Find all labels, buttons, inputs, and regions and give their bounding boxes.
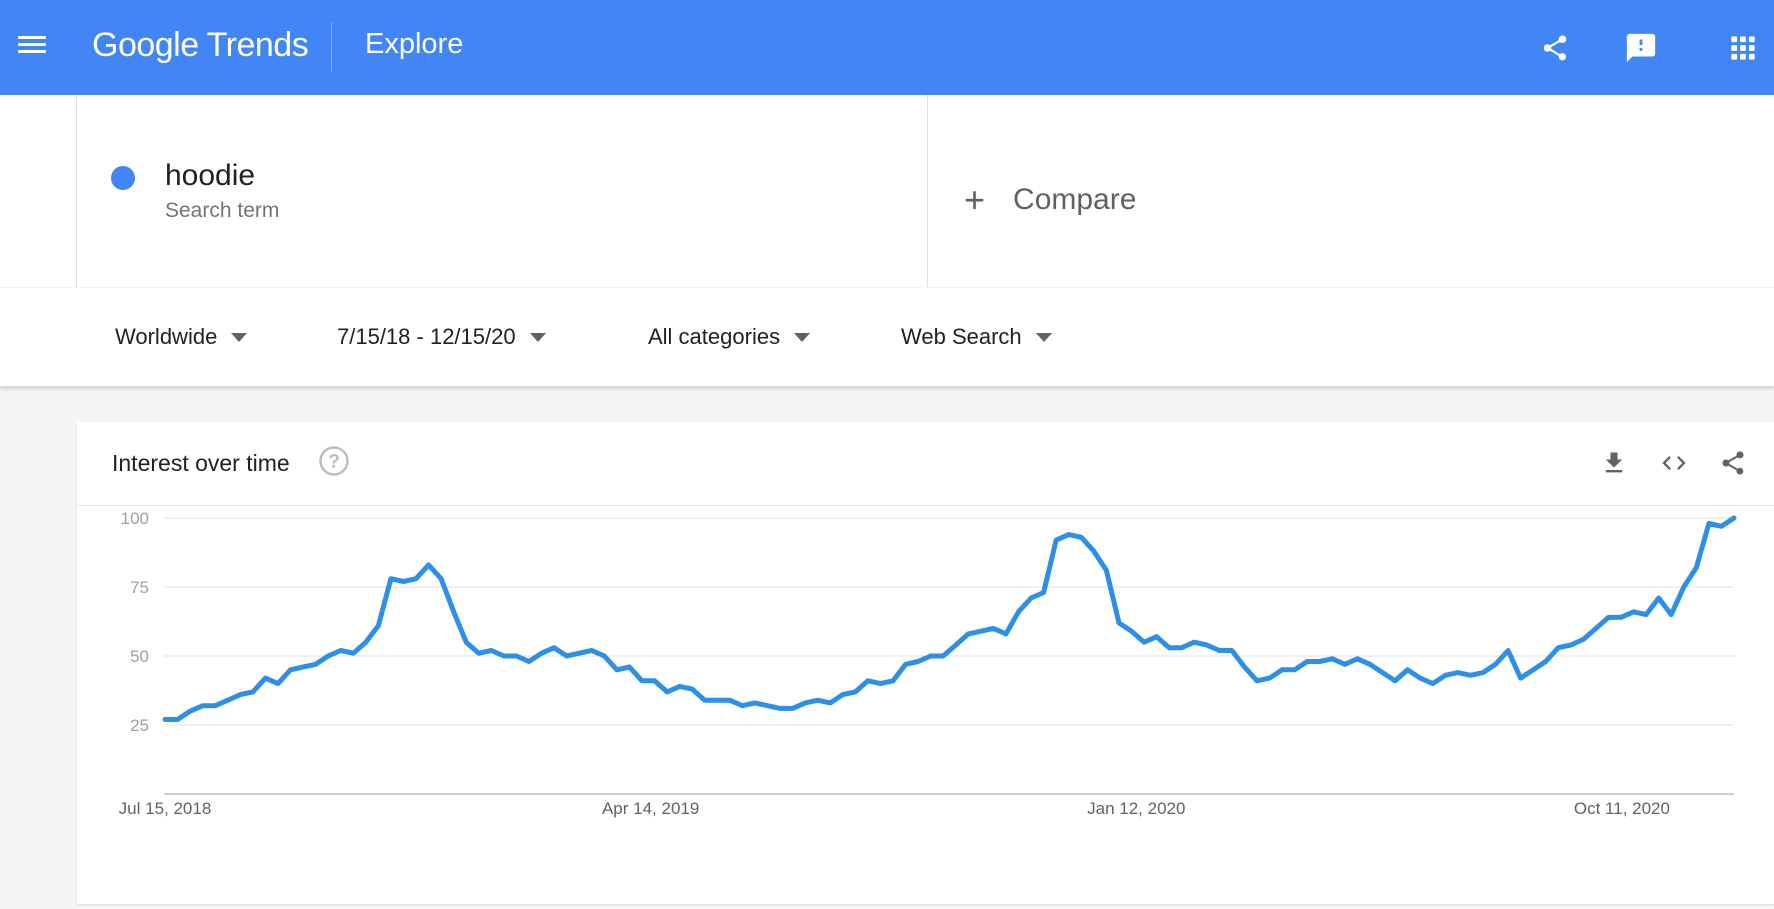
y-tick-label: 25: [130, 716, 149, 735]
filters-bar: Worldwide 7/15/18 - 12/15/20 All categor…: [0, 288, 1774, 387]
search-terms-panel: hoodie Search term + Compare: [0, 95, 1774, 287]
y-tick-label: 50: [130, 647, 149, 666]
category-dropdown[interactable]: All categories: [648, 324, 811, 350]
page-title: Explore: [365, 28, 464, 60]
term-color-dot: [111, 166, 135, 190]
chevron-down-icon: [1035, 332, 1052, 342]
share-icon[interactable]: [1716, 446, 1750, 480]
svg-text:?: ?: [328, 452, 340, 473]
location-label: Worldwide: [115, 324, 218, 349]
chevron-down-icon: [231, 332, 248, 342]
compare-button[interactable]: + Compare: [964, 179, 1136, 221]
location-dropdown[interactable]: Worldwide: [115, 324, 248, 350]
x-tick-label: Jan 12, 2020: [1087, 799, 1185, 818]
logo-google-text: Google: [92, 26, 199, 64]
x-tick-label: Oct 11, 2020: [1574, 799, 1670, 818]
interest-chart[interactable]: 25 50 75 100 Jul 15, 2018 Apr 14, 2019 Jan 12,…: [77, 507, 1774, 904]
search-type-label: Web Search: [901, 324, 1022, 349]
top-app-bar: Google Trends Explore: [0, 0, 1774, 95]
search-term-name[interactable]: hoodie: [165, 159, 255, 193]
x-tick-label: Apr 14, 2019: [602, 799, 699, 818]
compare-label: Compare: [1013, 183, 1137, 216]
date-range-dropdown[interactable]: 7/15/18 - 12/15/20: [337, 324, 546, 350]
menu-icon[interactable]: [18, 32, 48, 62]
card-header: Interest over time ?: [77, 422, 1774, 506]
date-range-label: 7/15/18 - 12/15/20: [337, 324, 516, 349]
header-divider: [331, 22, 332, 72]
embed-code-icon[interactable]: [1657, 446, 1691, 480]
interest-chart-svg: 25 50 75 100 Jul 15, 2018 Apr 14, 2019 Jan 12,…: [119, 509, 1737, 818]
card-title: Interest over time: [112, 450, 290, 476]
chevron-down-icon: [529, 332, 546, 342]
help-icon[interactable]: ?: [318, 445, 350, 477]
y-tick-label: 75: [130, 578, 149, 597]
category-label: All categories: [648, 324, 781, 349]
google-trends-logo[interactable]: Google Trends: [92, 26, 309, 65]
series-line-hoodie: [162, 515, 1737, 722]
share-icon[interactable]: [1535, 28, 1575, 68]
x-tick-label: Jul 15, 2018: [119, 799, 212, 818]
search-term-type: Search term: [165, 199, 280, 222]
chevron-down-icon: [794, 332, 811, 342]
y-tick-label: 100: [121, 509, 149, 528]
interest-over-time-card: Interest over time ? 25 50 75 100 Jul 15, 20…: [77, 422, 1774, 904]
logo-trends-text: Trends: [206, 26, 309, 64]
search-type-dropdown[interactable]: Web Search: [901, 324, 1052, 350]
plus-icon: +: [964, 179, 986, 220]
apps-grid-icon[interactable]: [1723, 28, 1763, 68]
download-icon[interactable]: [1597, 446, 1631, 480]
feedback-icon[interactable]: [1621, 28, 1661, 68]
search-term-card[interactable]: hoodie Search term: [77, 95, 928, 287]
